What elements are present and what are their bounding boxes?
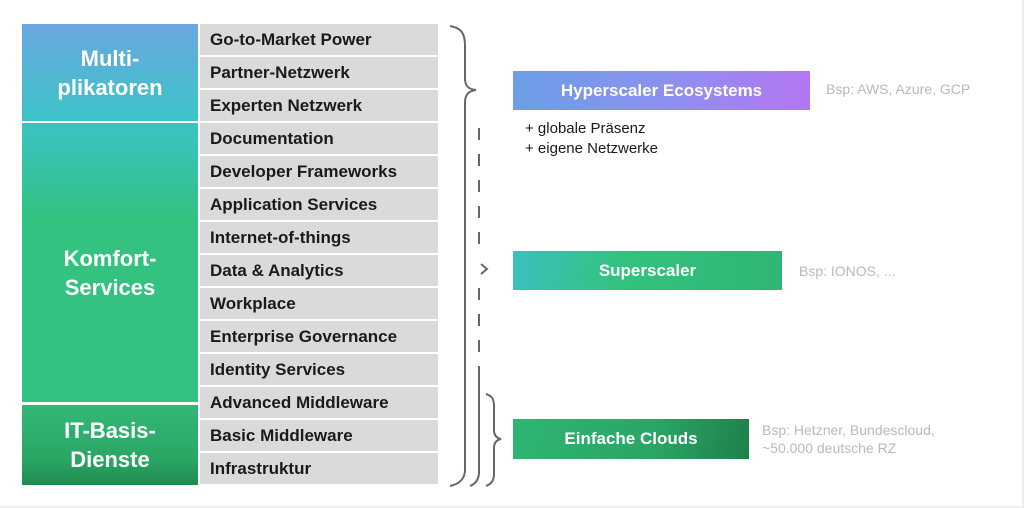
- clouds-example: Bsp: Hetzner, Bundescloud, ~50.000 deuts…: [762, 421, 935, 457]
- superscaler-bracket-lower: [469, 366, 480, 487]
- tier-einfache-clouds: Einfache Clouds: [513, 419, 749, 459]
- tier-label: Einfache Clouds: [564, 429, 698, 448]
- superscaler-chevron-icon: [480, 263, 489, 275]
- benefit-item: + eigene Netzwerke: [525, 140, 658, 157]
- benefit-item: + globale Präsenz: [525, 120, 646, 137]
- hyperscaler-brace: [449, 25, 477, 487]
- tier-label: Hyperscaler Ecosystems: [560, 80, 763, 100]
- tier-label: Superscaler: [598, 260, 697, 280]
- hyperscaler-benefits: + globale Präsenz + eigene Netzwerke: [525, 119, 658, 159]
- clouds-example-line1: Bsp: Hetzner, Bundescloud,: [762, 422, 935, 438]
- clouds-example-line2: ~50.000 deutsche RZ: [762, 440, 897, 456]
- tier-hyperscaler-ecosystems: Hyperscaler Ecosystems: [513, 71, 810, 110]
- clouds-brace: [485, 393, 502, 487]
- hyperscaler-example: Bsp: AWS, Azure, GCP: [826, 81, 971, 97]
- superscaler-example: Bsp: IONOS, ...: [799, 263, 896, 279]
- tier-superscaler: Superscaler: [513, 251, 782, 290]
